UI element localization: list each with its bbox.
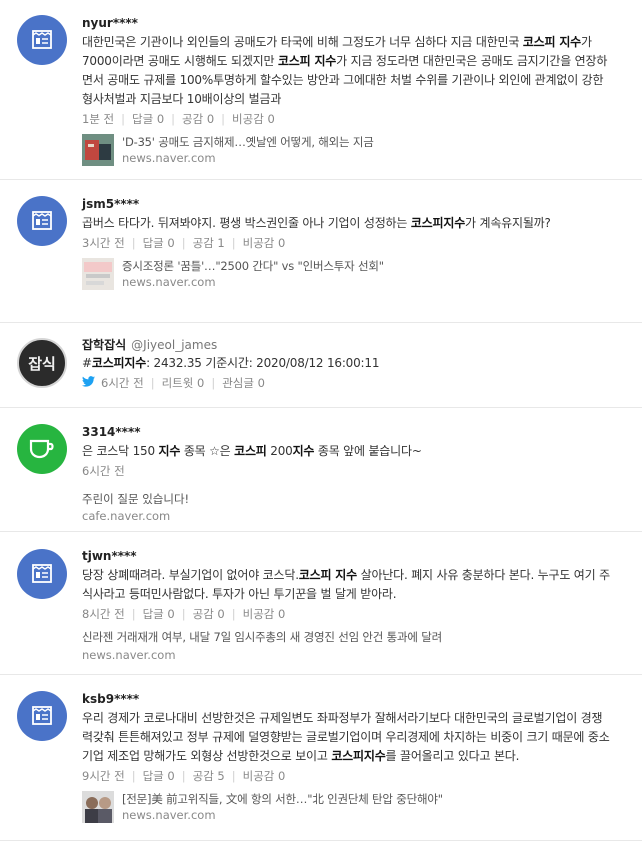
avatar[interactable] [17,15,67,65]
post-time: 9시간 전 [82,769,125,783]
article-domain: news.naver.com [82,648,176,662]
naver-news-icon [32,30,52,49]
article-domain: news.naver.com [122,151,216,165]
author-name[interactable]: jsm5**** [82,196,612,212]
keyword-highlight: 지수 [158,444,181,458]
dislike-button[interactable]: 비공감 0 [243,605,286,623]
article-title[interactable]: 'D-35' 공매도 금지해제…옛날엔 어떻게, 해외는 지금 [122,134,374,150]
keyword-highlight: 코스피 지수 [522,35,582,49]
article-title[interactable]: 증시조정론 '꿈틀'…"2500 간다" vs "인버스투자 선회" [122,258,384,274]
reply-button[interactable]: 답글 0 [143,605,175,623]
article-domain: news.naver.com [122,808,216,822]
naver-news-icon [32,706,52,725]
post-text[interactable]: 당장 상폐때려라. 부실기업이 없어야 코스닥.코스피 지수 살아난다. 폐지 … [82,566,612,604]
naver-news-icon [32,211,52,230]
post-meta: 9시간 전 | 답글 0 | 공감 5 | 비공감 0 [82,767,286,785]
post-time: 3시간 전 [82,236,125,250]
cafe-domain: cafe.naver.com [82,509,171,523]
like-button[interactable]: 공감 0 [193,605,225,623]
list-item: jsm5**** 곱버스 타다가. 뒤져봐야지. 평생 박스권인줄 아나 기업이… [0,180,642,323]
article-thumbnail [82,258,114,290]
naver-news-icon [32,564,52,583]
post-time: 6시간 전 [101,376,144,390]
list-item: 잡식 잡학잡식 @Jiyeol_james #코스피지수: 2432.35 기준시… [0,323,642,408]
list-item: 3314**** 은 코스닥 150 지수 종목 ☆은 코스피 200지수 종목… [0,408,642,532]
keyword-highlight: 코스피지수 [410,216,466,230]
cafe-post-title[interactable]: 주린이 질문 있습니다! [82,490,612,508]
like-button[interactable]: 공감 1 [193,234,225,252]
post-meta: 6시간 전 | 리트윗 0 | 관심글 0 [82,374,612,392]
keyword-highlight: 코스피지수 [91,356,147,370]
like-button[interactable]: 공감 0 [182,110,214,128]
list-item: ksb9**** 우리 경제가 코로나대비 선방한것은 규제일변도 좌파정부가 … [0,675,642,841]
reply-button[interactable]: 답글 0 [132,110,164,128]
post-meta: 1분 전 | 답글 0 | 공감 0 | 비공감 0 [82,110,275,128]
linked-article[interactable]: 신라젠 거래재개 여부, 내달 7일 임시주총의 새 경영진 선임 안건 통과에… [82,629,612,664]
linked-article[interactable]: 'D-35' 공매도 금지해제…옛날엔 어떻게, 해외는 지금 news.nav… [82,134,612,167]
author-name[interactable]: nyur**** [82,15,612,31]
list-item: tjwn**** 당장 상폐때려라. 부실기업이 없어야 코스닥.코스피 지수 … [0,532,642,675]
avatar[interactable] [17,691,67,741]
post-text[interactable]: 곱버스 타다가. 뒤져봐야지. 평생 박스권인줄 아나 기업이 성정하는 코스피… [82,214,612,233]
retweet-button[interactable]: 리트윗 0 [162,374,205,392]
keyword-highlight: 코스피 [234,444,267,458]
avatar[interactable] [17,549,67,599]
like-button[interactable]: 공감 5 [193,767,225,785]
post-text[interactable]: 은 코스닥 150 지수 종목 ☆은 코스피 200지수 종목 앞에 붙습니다~ [82,442,612,461]
article-title[interactable]: 신라젠 거래재개 여부, 내달 7일 임시주총의 새 경영진 선임 안건 통과에… [82,629,442,645]
post-text[interactable]: 우리 경제가 코로나대비 선방한것은 규제일변도 좌파정부가 잘해서라기보다 대… [82,709,612,766]
avatar[interactable] [17,196,67,246]
search-results-feed: nyur**** 대한민국은 기관이나 외인들의 공매도가 타국에 비해 그정도… [0,0,642,841]
avatar[interactable] [17,424,67,474]
post-meta: 6시간 전 [82,462,612,480]
favorite-button[interactable]: 관심글 0 [222,374,265,392]
post-meta: 8시간 전 | 답글 0 | 공감 0 | 비공감 0 [82,605,286,623]
list-item: nyur**** 대한민국은 기관이나 외인들의 공매도가 타국에 비해 그정도… [0,0,642,180]
post-time: 8시간 전 [82,607,125,621]
reply-button[interactable]: 답글 0 [143,767,175,785]
twitter-bird-icon [82,374,95,392]
post-text[interactable]: 대한민국은 기관이나 외인들의 공매도가 타국에 비해 그정도가 너무 심하다 … [82,33,612,109]
keyword-highlight: 코스피 지수 [277,54,337,68]
author-name[interactable]: ksb9**** [82,691,612,707]
author-handle: @Jiyeol_james [131,338,218,352]
keyword-highlight: 코스피 지수 [298,568,357,582]
post-time: 1분 전 [82,112,115,126]
post-time: 6시간 전 [82,464,125,478]
cafe-cup-icon [29,439,54,459]
author-name[interactable]: 잡학잡식 @Jiyeol_james [82,337,612,353]
post-meta: 3시간 전 | 답글 0 | 공감 1 | 비공감 0 [82,234,286,252]
author-name[interactable]: 3314**** [82,424,612,440]
dislike-button[interactable]: 비공감 0 [243,234,286,252]
dislike-button[interactable]: 비공감 0 [232,110,275,128]
keyword-highlight: 코스피지수 [331,749,386,763]
linked-article[interactable]: 증시조정론 '꿈틀'…"2500 간다" vs "인버스투자 선회" news.… [82,258,612,291]
post-text[interactable]: #코스피지수: 2432.35 기준시간: 2020/08/12 16:00:1… [82,354,612,373]
author-name[interactable]: tjwn**** [82,548,612,564]
avatar-text: 잡식 [28,354,56,373]
linked-article[interactable]: [전문]美 前고위직들, 文에 항의 서한…"北 인권단체 탄압 중단해야" n… [82,791,612,824]
avatar[interactable]: 잡식 [17,338,67,388]
article-thumbnail [82,791,114,823]
keyword-highlight: 지수 [292,444,315,458]
article-domain: news.naver.com [122,275,216,289]
reply-button[interactable]: 답글 0 [143,234,175,252]
dislike-button[interactable]: 비공감 0 [243,767,286,785]
article-thumbnail [82,134,114,166]
article-title[interactable]: [전문]美 前고위직들, 文에 항의 서한…"北 인권단체 탄압 중단해야" [122,791,443,807]
